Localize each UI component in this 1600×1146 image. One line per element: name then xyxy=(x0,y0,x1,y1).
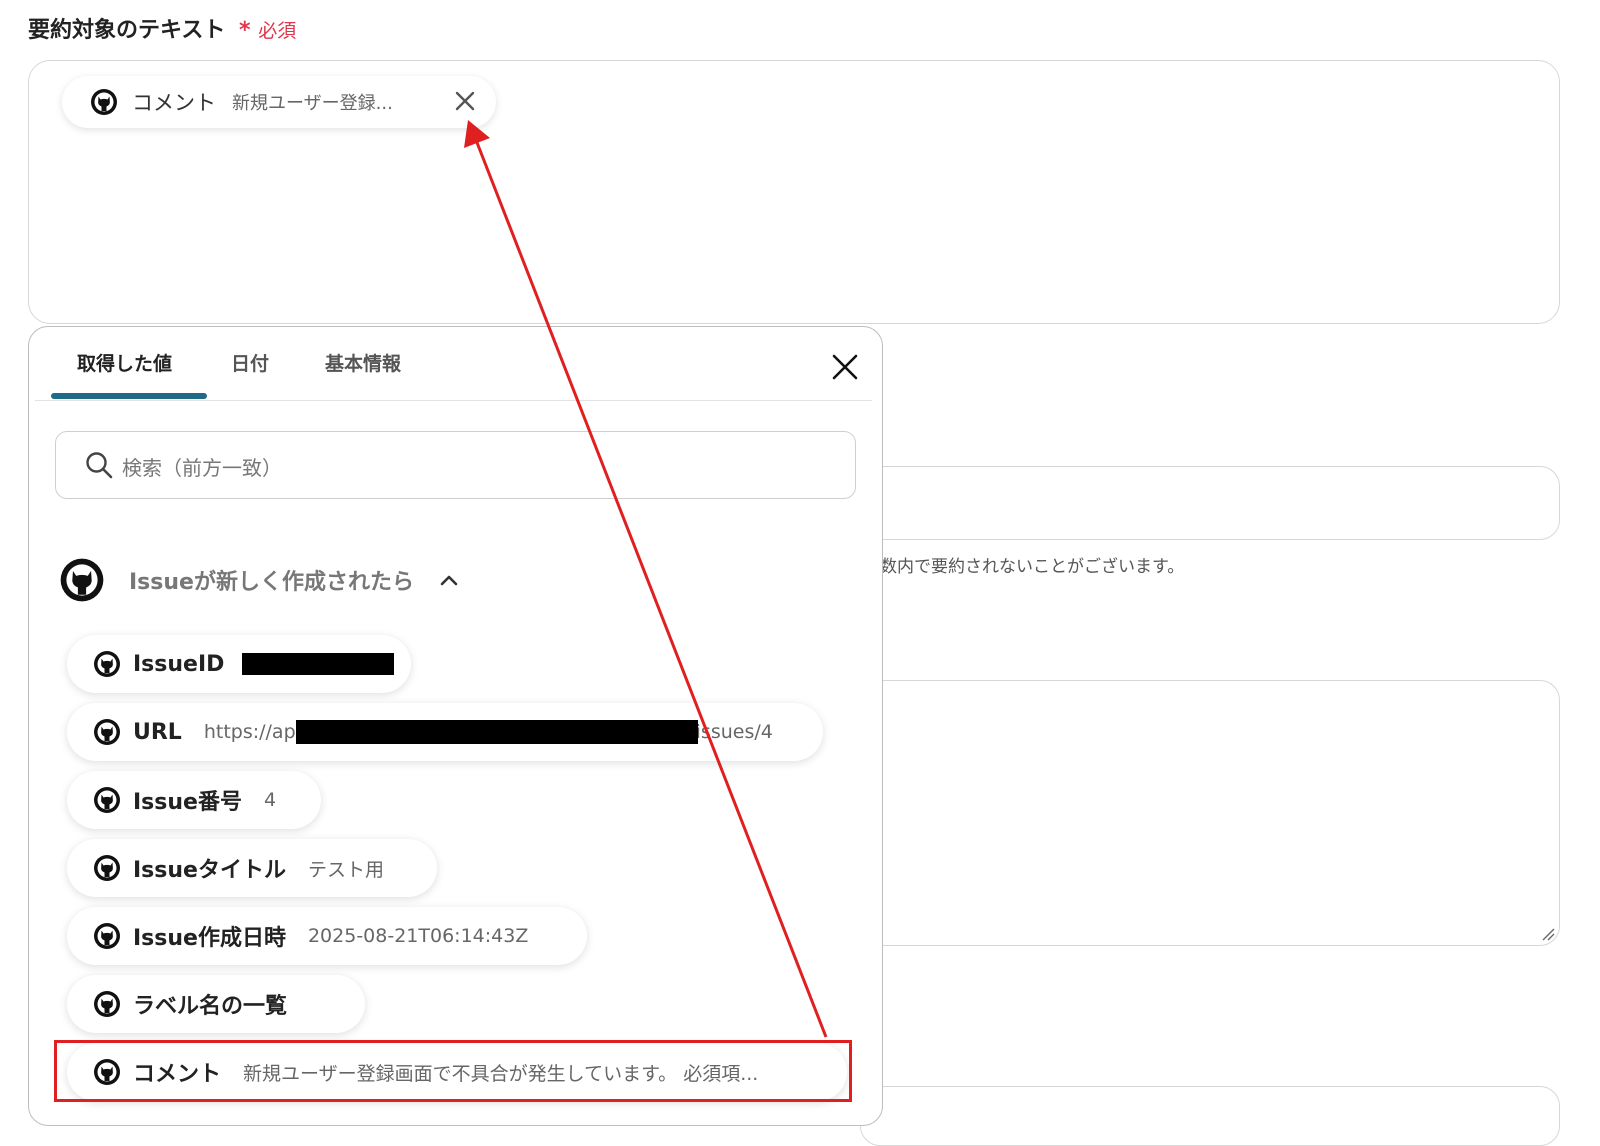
item-value: https://ap issues/4 xyxy=(203,720,773,744)
resize-handle-icon[interactable] xyxy=(1541,927,1555,941)
github-icon xyxy=(60,558,104,602)
item-value: テスト用 xyxy=(307,858,384,881)
search-placeholder: 検索（前方一致） xyxy=(122,456,282,480)
value-chip-label-names[interactable]: ラベル名の一覧 xyxy=(67,975,365,1033)
item-value: 4 xyxy=(263,789,277,811)
github-icon xyxy=(94,651,120,677)
item-label: ラベル名の一覧 xyxy=(133,994,288,1019)
group-title: Issueが新しく作成されたら xyxy=(129,570,414,595)
chevron-up-icon[interactable] xyxy=(438,569,460,591)
close-icon[interactable] xyxy=(450,86,480,116)
selected-chip-value: 新規ユーザー登録... xyxy=(232,93,393,114)
background-textarea[interactable] xyxy=(860,680,1560,946)
item-label: IssueID xyxy=(133,651,225,677)
redacted-value xyxy=(295,720,698,744)
required-star: * xyxy=(239,18,251,43)
value-chip-issue-number[interactable]: Issue番号 4 xyxy=(67,771,321,829)
url-prefix: https://ap xyxy=(203,721,296,743)
github-icon xyxy=(94,855,120,881)
item-label: Issueタイトル xyxy=(133,858,286,883)
required-text: 必須 xyxy=(258,20,297,42)
value-picker-panel: 取得した値 日付 基本情報 検索（前方一致） Issueが新しく作成されたら I… xyxy=(28,326,883,1126)
github-icon xyxy=(94,787,120,813)
close-icon[interactable] xyxy=(829,351,861,383)
annotation-highlight-box xyxy=(54,1040,852,1102)
background-input[interactable] xyxy=(860,466,1560,540)
item-value: 2025-08-21T06:14:43Z xyxy=(307,925,529,947)
url-suffix: issues/4 xyxy=(695,721,773,743)
group-header[interactable]: Issueが新しく作成されたら xyxy=(59,555,460,605)
tab-bar: 取得した値 日付 基本情報 xyxy=(35,327,872,401)
github-icon xyxy=(94,719,120,745)
github-icon xyxy=(91,89,117,115)
value-chip-url[interactable]: URL https://ap issues/4 xyxy=(67,703,823,761)
value-chip-issue-id[interactable]: IssueID xyxy=(67,635,411,693)
tab-date[interactable]: 日付 xyxy=(231,349,269,376)
redacted-value xyxy=(242,653,395,675)
github-icon xyxy=(94,991,120,1017)
value-chip-issue-created-at[interactable]: Issue作成日時 2025-08-21T06:14:43Z xyxy=(67,907,587,965)
item-label: Issue番号 xyxy=(133,790,242,815)
selected-chip-label: コメント xyxy=(132,91,216,115)
background-input-lower[interactable] xyxy=(860,1086,1560,1146)
tab-basic-info[interactable]: 基本情報 xyxy=(325,349,401,376)
search-input[interactable]: 検索（前方一致） xyxy=(55,431,856,499)
selected-value-chip[interactable]: コメント 新規ユーザー登録... xyxy=(62,76,496,128)
field-label-text: 要約対象のテキスト xyxy=(28,18,226,43)
item-label: URL xyxy=(133,719,182,745)
value-chip-issue-title[interactable]: Issueタイトル テスト用 xyxy=(67,839,437,897)
item-label: Issue作成日時 xyxy=(133,926,286,951)
active-tab-indicator xyxy=(51,393,207,399)
github-icon xyxy=(94,923,120,949)
help-text: 数内で要約されないことがございます。 xyxy=(880,557,1185,577)
tab-acquired-values[interactable]: 取得した値 xyxy=(77,349,172,376)
field-label: 要約対象のテキスト * 必須 xyxy=(28,12,296,44)
search-icon xyxy=(86,452,113,479)
